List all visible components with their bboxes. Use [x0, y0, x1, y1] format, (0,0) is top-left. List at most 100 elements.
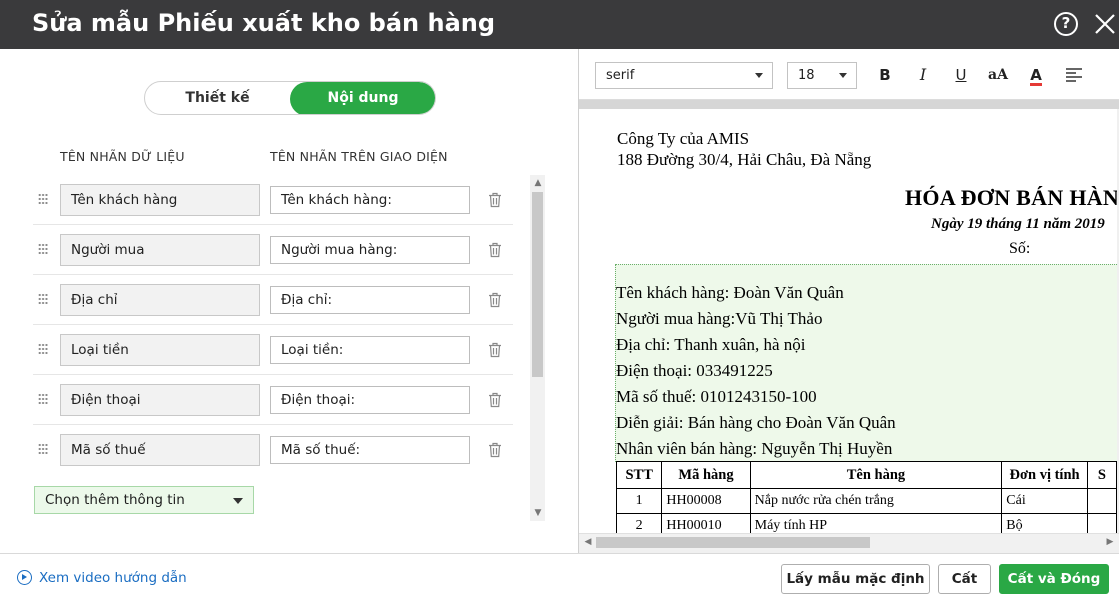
info-line: Nhân viên bán hàng: Nguyễn Thị Huyền — [616, 439, 893, 458]
font-size-select[interactable]: 18 — [787, 62, 857, 89]
video-guide-link[interactable]: Xem video hướng dẫn — [17, 570, 187, 588]
data-label-field: Loại tiền — [60, 334, 260, 366]
table-cell: HH00008 — [661, 488, 751, 514]
field-row: Điện thoại Điện thoại: — [33, 375, 513, 425]
field-row: Mã số thuế Mã số thuế: — [33, 425, 513, 473]
view-toggle: Thiết kế Nội dung — [144, 81, 436, 115]
close-icon[interactable] — [1094, 13, 1116, 35]
drag-handle-icon[interactable] — [38, 194, 48, 206]
drag-handle-icon[interactable] — [38, 244, 48, 256]
scroll-left-icon[interactable]: ◀ — [583, 537, 593, 547]
font-color-icon: A — [1030, 66, 1042, 86]
table-header: S — [1086, 461, 1117, 489]
preview-panel: serif 18 B I U aA A Công Ty của AMIS 188… — [579, 49, 1119, 553]
table-cell: HH00010 — [661, 513, 751, 533]
dialog-titlebar: Sửa mẫu Phiếu xuất kho bán hàng ? — [0, 0, 1119, 49]
default-template-button[interactable]: Lấy mẫu mặc định — [781, 564, 930, 594]
table-cell: 1 — [615, 488, 663, 514]
scrollbar-thumb[interactable] — [532, 192, 543, 377]
preview-horizontal-scrollbar[interactable]: ◀ ▶ — [579, 533, 1119, 550]
data-label-field: Tên khách hàng — [60, 184, 260, 216]
text-case-button[interactable]: aA — [985, 63, 1011, 87]
field-list: Tên khách hàng Tên khách hàng: Người mua… — [33, 175, 513, 473]
ui-label-input[interactable]: Loại tiền: — [270, 336, 470, 364]
data-label-field: Địa chỉ — [60, 284, 260, 316]
ui-label-input[interactable]: Điện thoại: — [270, 386, 470, 414]
table-row: 1 HH00008 Nắp nước rửa chén trắng Cái — [615, 488, 1117, 514]
drag-handle-icon[interactable] — [38, 294, 48, 306]
invoice-title: HÓA ĐƠN BÁN HÀNG — [905, 185, 1117, 210]
drag-handle-icon[interactable] — [38, 394, 48, 406]
table-cell: 2 — [615, 513, 663, 533]
scroll-down-icon[interactable]: ▼ — [533, 508, 543, 518]
bold-button[interactable]: B — [874, 63, 896, 87]
company-name: Công Ty của AMIS — [617, 129, 750, 148]
trash-icon[interactable] — [488, 292, 502, 308]
tab-design[interactable]: Thiết kế — [145, 82, 290, 114]
trash-icon[interactable] — [488, 242, 502, 258]
trash-icon[interactable] — [488, 442, 502, 458]
scroll-right-icon[interactable]: ▶ — [1105, 537, 1115, 547]
font-color-button[interactable]: A — [1025, 63, 1047, 87]
trash-icon[interactable] — [488, 342, 502, 358]
field-row: Địa chỉ Địa chỉ: — [33, 275, 513, 325]
items-table: STT Mã hàng Tên hàng Đơn vị tính S 1 HH0… — [615, 461, 1117, 533]
data-label-field: Điện thoại — [60, 384, 260, 416]
table-header: STT — [615, 461, 663, 489]
font-size-value: 18 — [798, 68, 815, 83]
drag-handle-icon[interactable] — [38, 444, 48, 456]
dialog-title: Sửa mẫu Phiếu xuất kho bán hàng — [32, 9, 496, 37]
help-icon[interactable]: ? — [1054, 12, 1078, 36]
format-toolbar: serif 18 B I U aA A — [579, 49, 1119, 100]
table-cell: Máy tính HP — [749, 513, 1003, 533]
save-and-close-button[interactable]: Cất và Đóng — [999, 564, 1109, 594]
column-header-ui-label: TÊN NHÃN TRÊN GIAO DIỆN — [270, 149, 448, 164]
invoice-date: Ngày 19 tháng 11 năm 2019 — [931, 216, 1105, 232]
trash-icon[interactable] — [488, 192, 502, 208]
field-row: Người mua Người mua hàng: — [33, 225, 513, 275]
ui-label-input[interactable]: Tên khách hàng: — [270, 186, 470, 214]
field-list-scrollbar[interactable]: ▲ ▼ — [530, 175, 545, 521]
trash-icon[interactable] — [488, 392, 502, 408]
tab-content[interactable]: Nội dung — [290, 82, 435, 114]
dialog-footer: Xem video hướng dẫn Lấy mẫu mặc định Cất… — [0, 553, 1119, 601]
info-line: Diễn giải: Bán hàng cho Đoàn Văn Quân — [616, 413, 896, 432]
table-cell — [1086, 513, 1117, 533]
table-header: Mã hàng — [661, 461, 751, 489]
data-label-field: Mã số thuế — [60, 434, 260, 466]
ui-label-input[interactable]: Địa chỉ: — [270, 286, 470, 314]
save-button[interactable]: Cất — [938, 564, 991, 594]
drag-handle-icon[interactable] — [38, 344, 48, 356]
info-line: Mã số thuế: 0101243150-100 — [616, 387, 817, 406]
table-cell — [1086, 488, 1117, 514]
table-cell: Nắp nước rửa chén trắng — [749, 488, 1003, 514]
company-address: 188 Đường 30/4, Hải Châu, Đà Nẵng — [617, 150, 872, 169]
data-label-field: Người mua — [60, 234, 260, 266]
italic-button[interactable]: I — [912, 63, 934, 87]
invoice-number-label: Số: — [1009, 240, 1031, 257]
info-line: Tên khách hàng: Đoàn Văn Quân — [616, 283, 844, 302]
chevron-down-icon — [839, 73, 847, 78]
table-header: Tên hàng — [749, 461, 1003, 489]
ui-label-input[interactable]: Mã số thuế: — [270, 436, 470, 464]
table-cell: Cái — [1001, 488, 1088, 514]
scroll-up-icon[interactable]: ▲ — [533, 178, 543, 188]
scrollbar-thumb[interactable] — [596, 537, 870, 548]
add-info-dropdown[interactable]: Chọn thêm thông tin — [34, 486, 254, 514]
font-family-select[interactable]: serif — [595, 62, 773, 89]
column-header-data-label: TÊN NHÃN DỮ LIỆU — [60, 149, 185, 164]
underline-button[interactable]: U — [950, 63, 972, 87]
table-row: 2 HH00010 Máy tính HP Bộ — [615, 513, 1117, 533]
preview-top-band — [579, 100, 1119, 109]
table-cell: Bộ — [1001, 513, 1088, 533]
chevron-down-icon — [755, 73, 763, 78]
add-info-label: Chọn thêm thông tin — [45, 492, 185, 508]
font-family-value: serif — [606, 68, 635, 83]
align-left-icon[interactable] — [1065, 67, 1083, 83]
ui-label-input[interactable]: Người mua hàng: — [270, 236, 470, 264]
field-row: Tên khách hàng Tên khách hàng: — [33, 175, 513, 225]
field-row: Loại tiền Loại tiền: — [33, 325, 513, 375]
table-header: Đơn vị tính — [1001, 461, 1088, 489]
table-header-row: STT Mã hàng Tên hàng Đơn vị tính S — [615, 461, 1117, 489]
chevron-down-icon — [233, 498, 243, 504]
